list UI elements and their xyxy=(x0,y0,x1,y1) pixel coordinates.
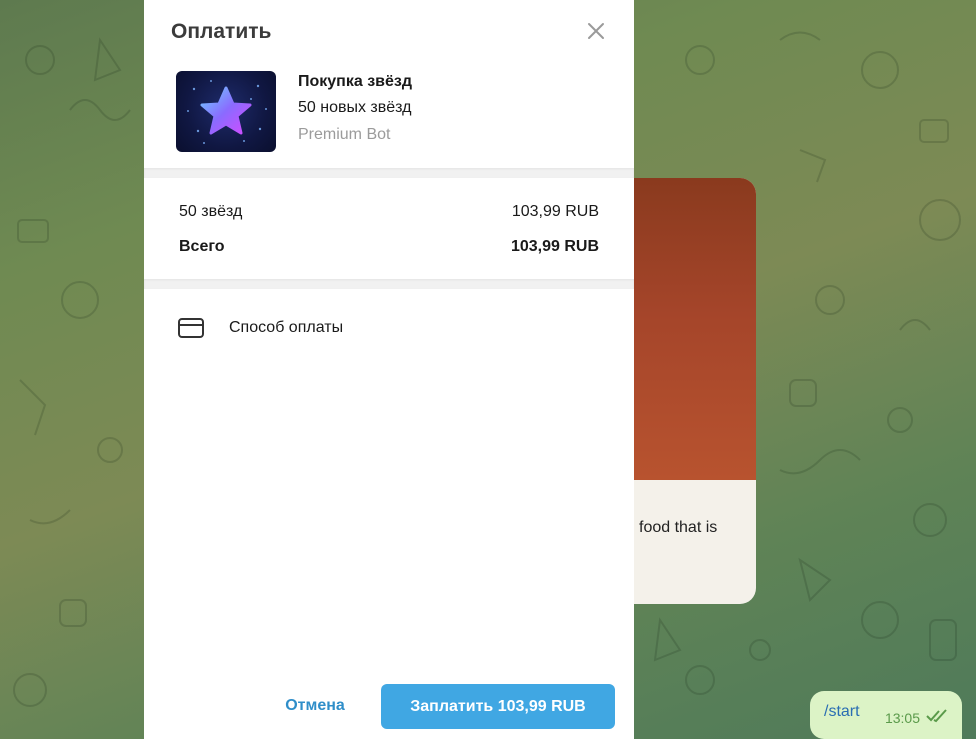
total-label: Всего xyxy=(179,238,225,255)
outgoing-message-text[interactable]: /start xyxy=(824,703,860,721)
line-item-row: 50 звёзд 103,99 RUB xyxy=(179,203,599,221)
product-title: Покупка звёзд xyxy=(298,73,412,90)
section-divider xyxy=(144,168,634,178)
credit-card-icon xyxy=(178,318,204,338)
close-button[interactable] xyxy=(582,17,610,45)
payment-method-row[interactable]: Способ оплаты xyxy=(144,300,634,356)
section-divider xyxy=(144,279,634,289)
total-amount: 103,99 RUB xyxy=(510,238,599,255)
product-info: Покупка звёзд 50 новых звёзд Premium Bot xyxy=(144,64,634,168)
message-time: 13:05 xyxy=(884,710,920,726)
modal-title: Оплатить xyxy=(171,20,272,43)
message-text: food that is xyxy=(639,519,718,536)
product-thumbnail xyxy=(176,71,276,152)
payment-modal: Оплатить Покупка звёзд 50 новых звёзд Pr… xyxy=(144,0,634,739)
outgoing-message: /start 13:05 xyxy=(810,691,962,739)
cancel-button[interactable]: Отмена xyxy=(270,684,360,728)
payment-method-label: Способ оплаты xyxy=(229,319,344,336)
total-row: Всего 103,99 RUB xyxy=(179,238,599,256)
bot-name: Premium Bot xyxy=(298,126,391,143)
modal-header: Оплатить xyxy=(144,0,634,64)
star-icon xyxy=(187,80,267,144)
product-description: 50 новых звёзд xyxy=(298,99,412,116)
line-item-amount: 103,99 RUB xyxy=(511,203,599,220)
line-item-label: 50 звёзд xyxy=(179,203,243,220)
pay-button[interactable]: Заплатить 103,99 RUB xyxy=(381,684,615,729)
close-icon xyxy=(588,23,604,39)
double-check-icon xyxy=(926,709,947,723)
